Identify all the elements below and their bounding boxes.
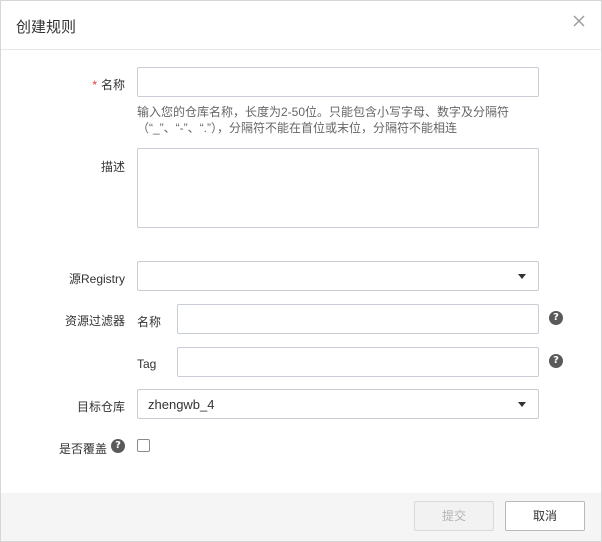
question-circle-icon[interactable]: ? xyxy=(549,354,563,368)
name-input[interactable] xyxy=(137,67,539,97)
filter-tag-input[interactable] xyxy=(177,347,539,377)
overwrite-checkbox[interactable] xyxy=(137,439,150,452)
filter-tag-label: Tag xyxy=(137,357,157,371)
question-circle-icon[interactable]: ? xyxy=(549,311,563,325)
target-repo-value: zhengwb_4 xyxy=(148,397,215,412)
submit-button[interactable]: 提交 xyxy=(414,501,494,531)
resource-filter-label: 资源过滤器 xyxy=(64,314,125,328)
cancel-button[interactable]: 取消 xyxy=(505,501,585,531)
source-registry-select[interactable] xyxy=(137,261,539,291)
description-textarea[interactable] xyxy=(137,148,539,228)
filter-name-label: 名称 xyxy=(137,315,162,329)
dialog-title: 创建规则 xyxy=(16,19,77,36)
caret-down-icon xyxy=(518,402,526,407)
description-label: 描述 xyxy=(100,160,125,174)
required-mark: * xyxy=(92,78,97,92)
dialog-footer: 提交 取消 xyxy=(1,493,601,541)
source-registry-label: 源Registry xyxy=(68,272,125,286)
filter-name-input[interactable] xyxy=(177,304,539,334)
name-hint-line2: （“_”、“-”、“.”），分隔符不能在首位或末位，分隔符不能相连 xyxy=(137,121,457,135)
question-circle-icon[interactable]: ? xyxy=(111,439,125,453)
overwrite-label: 是否覆盖 xyxy=(58,442,107,456)
dialog-header: 创建规则 xyxy=(1,1,601,50)
close-icon[interactable] xyxy=(569,11,589,31)
caret-down-icon xyxy=(518,274,526,279)
name-label: * 名称 xyxy=(92,78,125,92)
target-repo-select[interactable]: zhengwb_4 xyxy=(137,389,539,419)
create-rule-dialog: 创建规则 * 名称 输入您的仓库名称，长度为2-50位。只能包含小写字母、数字及分… xyxy=(0,0,602,542)
name-hint-line1: 输入您的仓库名称，长度为2-50位。只能包含小写字母、数字及分隔符 xyxy=(137,105,510,119)
name-hint: 输入您的仓库名称，长度为2-50位。只能包含小写字母、数字及分隔符 （“_”、“… xyxy=(137,104,557,136)
target-repo-label: 目标仓库 xyxy=(76,400,125,414)
